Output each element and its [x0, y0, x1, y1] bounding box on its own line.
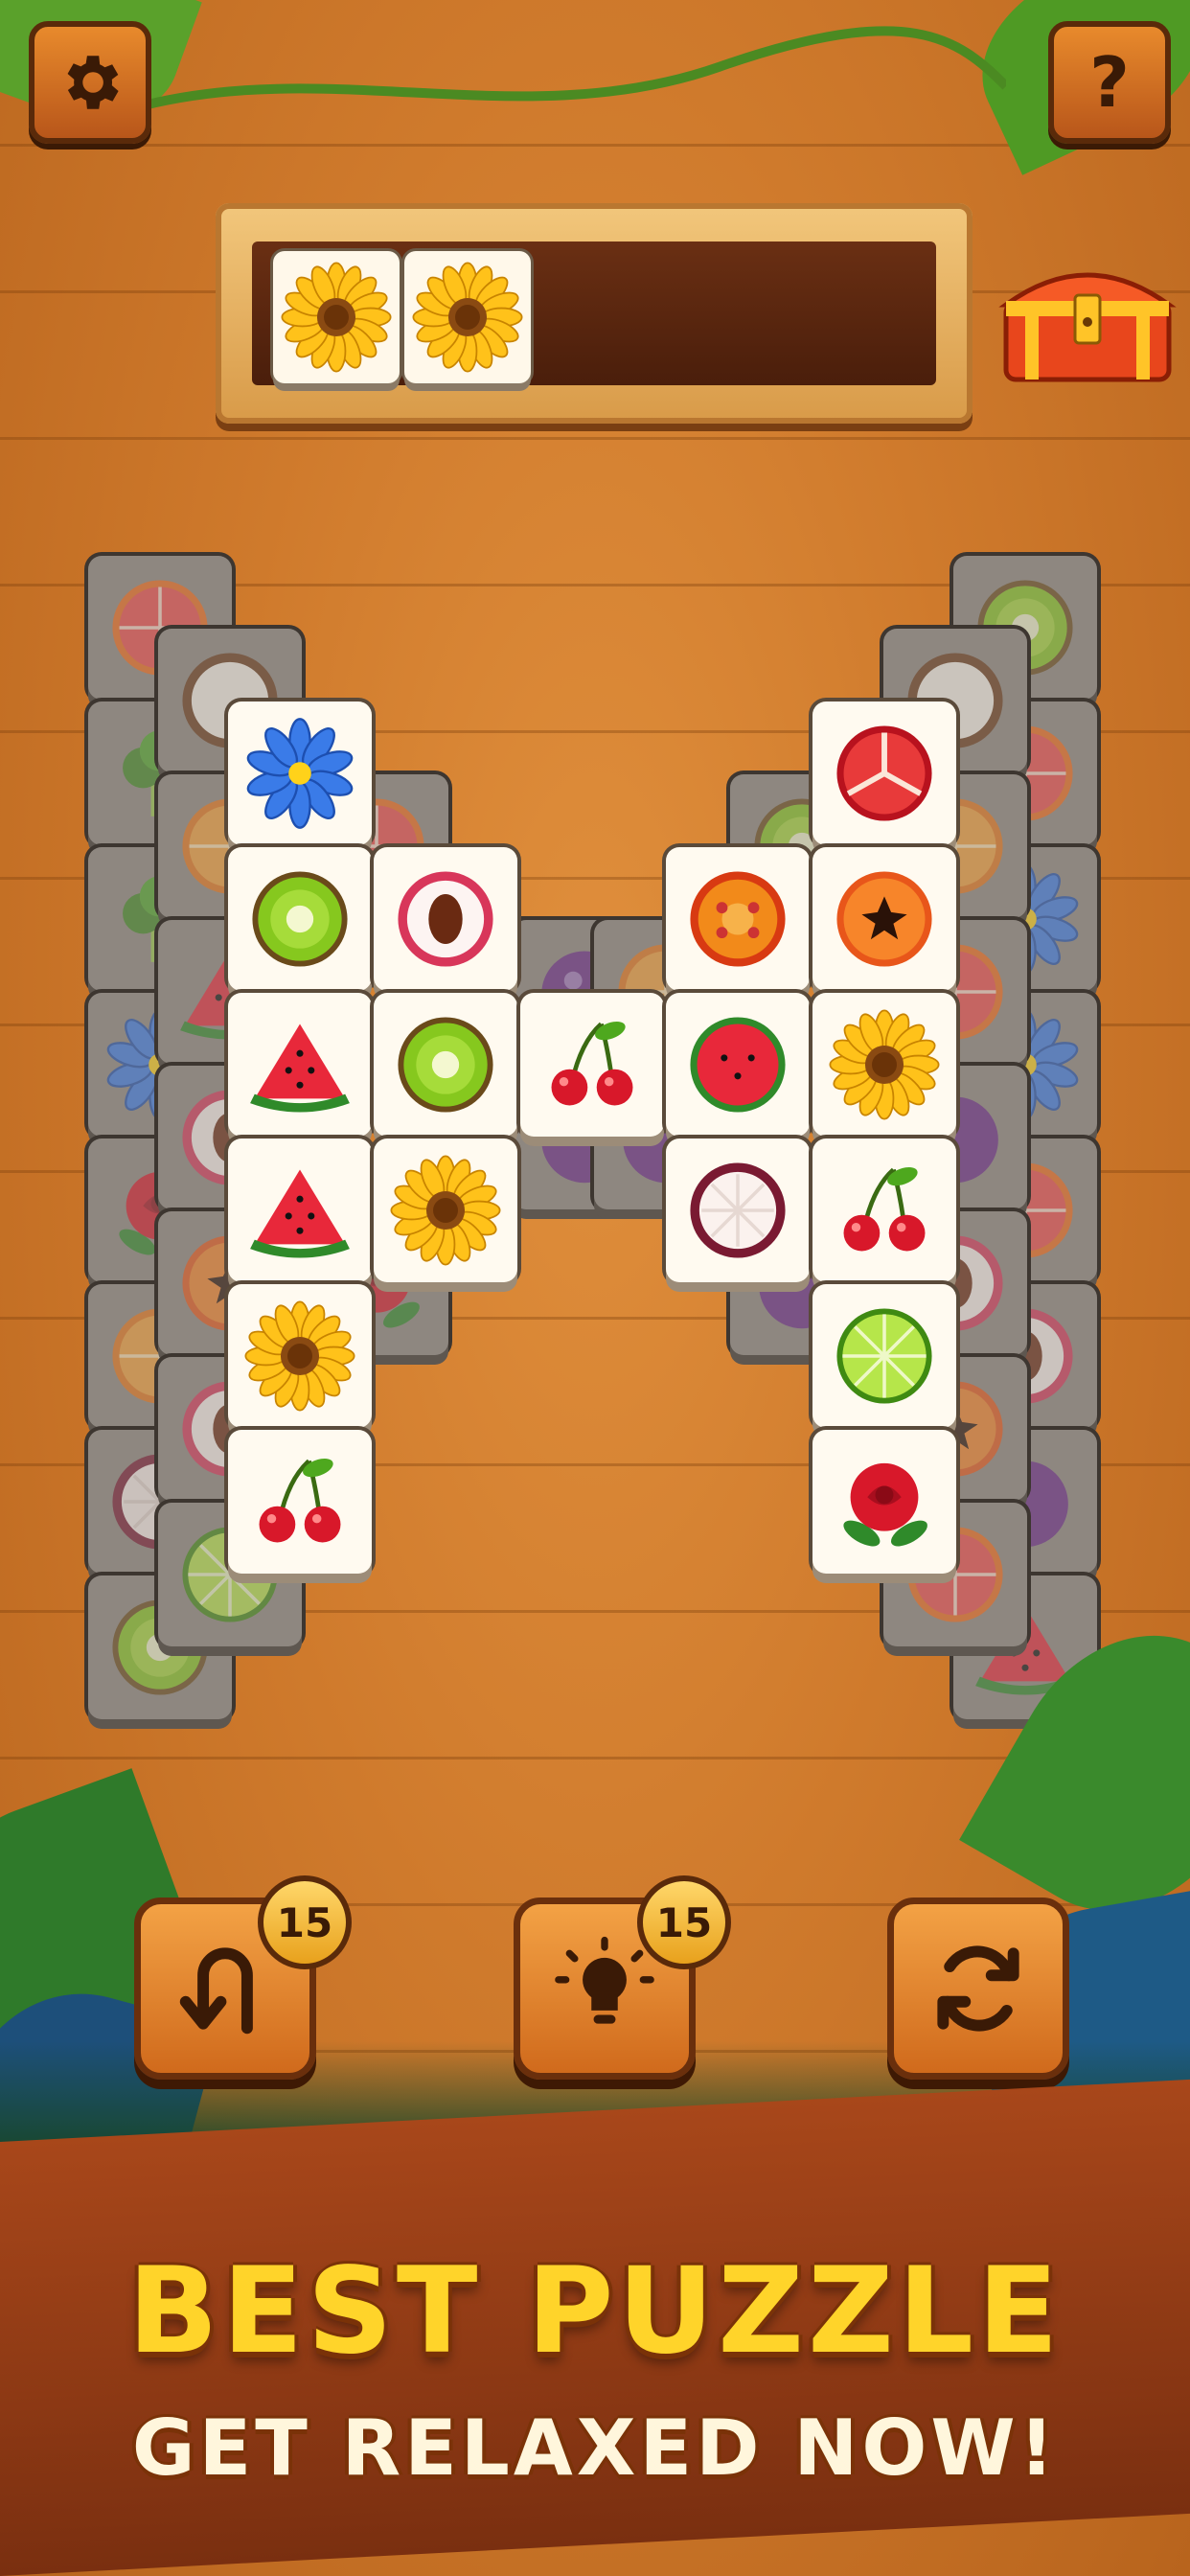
cherry-icon [551, 1021, 633, 1106]
undo-arrow-icon [179, 1947, 253, 2035]
tray-tile-sunflower [404, 251, 531, 383]
hint-button[interactable]: 15 [514, 1875, 731, 2080]
tile-cherry[interactable] [520, 993, 664, 1137]
sunflower-icon [244, 1300, 355, 1412]
lime-icon [836, 1308, 932, 1404]
tile-sunflower[interactable] [374, 1138, 517, 1282]
flower-blue-icon [246, 718, 354, 829]
game-board-background: ? 15 15 BEST PUZZLE GET RELAXED NOW! [0, 0, 1190, 2576]
tile-lime[interactable] [812, 1284, 956, 1428]
settings-button[interactable] [29, 21, 151, 144]
sunflower-icon [412, 262, 523, 373]
vine-decoration [144, 26, 1006, 110]
pomegranate-icon [836, 725, 932, 821]
lychee-icon [398, 871, 493, 967]
sunflower-icon [829, 1009, 940, 1120]
rose-icon [843, 1462, 927, 1547]
tile-watermelon[interactable] [228, 993, 372, 1137]
papaya-icon [836, 871, 932, 967]
sunflower-icon [390, 1155, 501, 1266]
tomato-icon [690, 871, 786, 967]
tile-tomato[interactable] [666, 847, 810, 991]
tray-tile-sunflower [273, 251, 400, 383]
tile-sunflower[interactable] [812, 993, 956, 1137]
tile-cherry[interactable] [812, 1138, 956, 1282]
tile-kiwi[interactable] [374, 993, 517, 1137]
tile-flower-blue[interactable] [228, 702, 372, 845]
tile-cherry[interactable] [228, 1430, 372, 1574]
gear-icon [67, 56, 119, 109]
tile-sunflower[interactable] [228, 1284, 372, 1428]
tile-watermelon-round[interactable] [666, 993, 810, 1137]
watermelon-round-icon [690, 1017, 786, 1113]
undo-button[interactable]: 15 [134, 1875, 352, 2080]
promo-headline: BEST PUZZLE [127, 2242, 1063, 2380]
shuffle-button[interactable] [887, 1898, 1069, 2080]
watermelon-icon [250, 1024, 350, 1113]
treasure-chest-icon[interactable] [996, 245, 1179, 389]
tile-lychee[interactable] [374, 847, 517, 991]
undo-count-badge: 15 [258, 1875, 352, 1969]
hint-count-badge: 15 [637, 1875, 731, 1969]
tile-kiwi[interactable] [228, 847, 372, 991]
help-button[interactable]: ? [1048, 21, 1171, 144]
tile-papaya[interactable] [812, 847, 956, 991]
kiwi-icon [398, 1017, 493, 1113]
tile-mangosteen[interactable] [666, 1138, 810, 1282]
mangosteen-icon [690, 1162, 786, 1258]
kiwi-icon [252, 871, 348, 967]
tile-rose[interactable] [812, 1430, 956, 1574]
tile-pomegranate[interactable] [812, 702, 956, 845]
help-label: ? [1089, 42, 1130, 123]
shuffle-icon [937, 1945, 1019, 2032]
tile-watermelon[interactable] [228, 1138, 372, 1282]
lightbulb-icon [555, 1936, 654, 2024]
watermelon-icon [250, 1169, 350, 1258]
promo-subline: GET RELAXED NOW! [131, 2404, 1059, 2493]
cherry-icon [259, 1458, 341, 1543]
sunflower-icon [281, 262, 392, 373]
cherry-icon [843, 1166, 926, 1252]
